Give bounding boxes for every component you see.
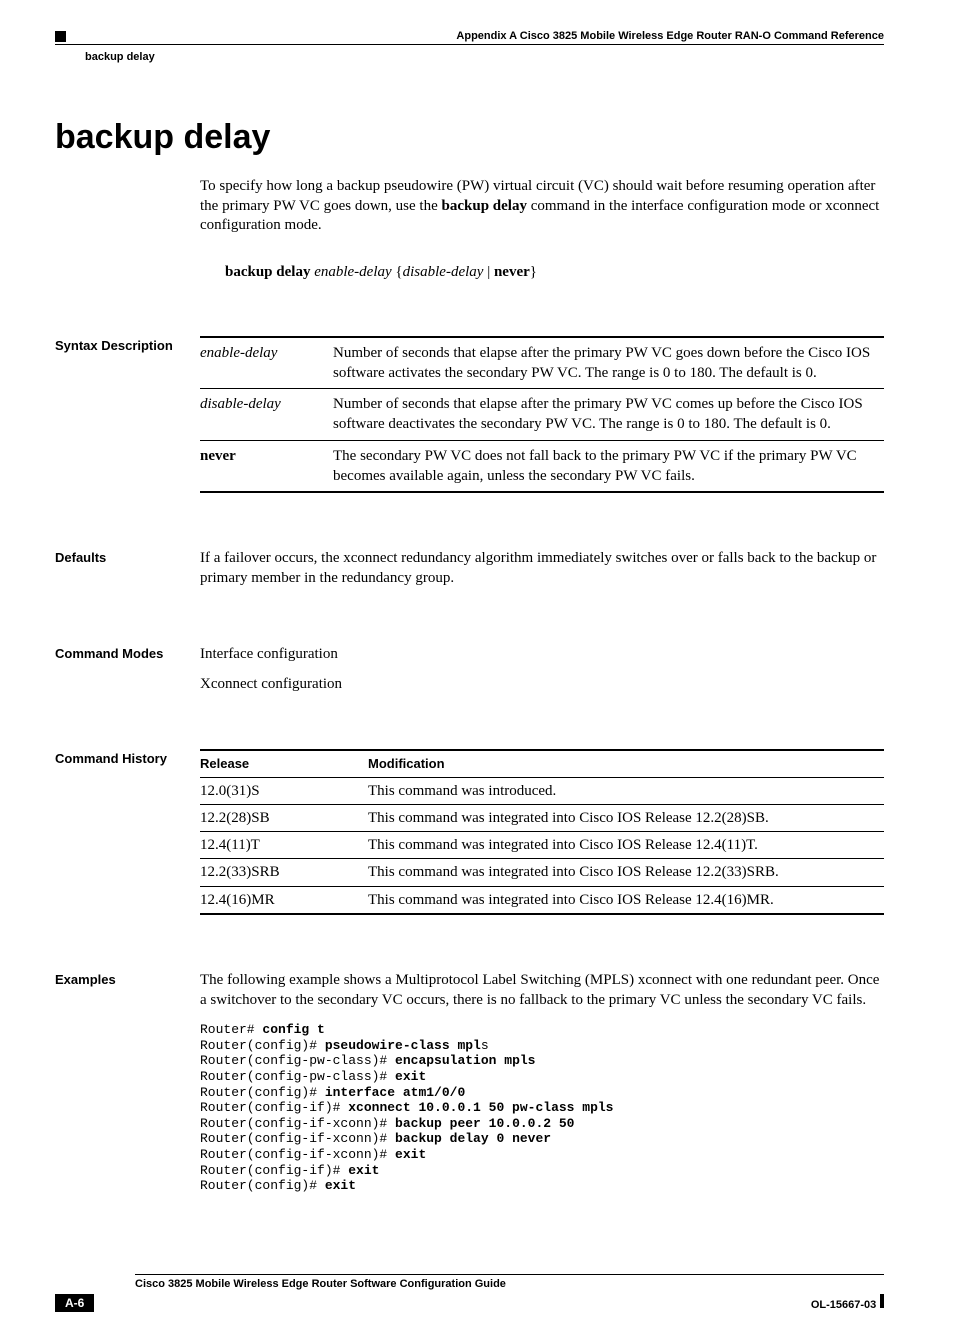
code-line: Router(config)# pseudowire-class mpls (200, 1038, 489, 1053)
history-release: 12.0(31)S (200, 777, 368, 804)
param-desc: The secondary PW VC does not fall back t… (333, 440, 884, 492)
param-name: enable-delay (200, 337, 333, 389)
footer-guide-title: Cisco 3825 Mobile Wireless Edge Router S… (135, 1278, 506, 1290)
code-line: Router(config)# interface atm1/0/0 (200, 1085, 465, 1100)
table-row: 12.2(28)SBThis command was integrated in… (200, 804, 884, 831)
param-name: disable-delay (200, 389, 333, 441)
table-row: 12.4(11)TThis command was integrated int… (200, 832, 884, 859)
examples-intro-text: The following example shows a Multiproto… (200, 970, 884, 1011)
mode-line-1: Interface configuration (200, 644, 884, 664)
code-line: Router(config-if-xconn)# backup delay 0 … (200, 1131, 551, 1146)
history-header-modification: Modification (368, 750, 884, 777)
table-row: enable-delay Number of seconds that elap… (200, 337, 884, 389)
code-line: Router(config-if)# exit (200, 1163, 379, 1178)
history-mod: This command was integrated into Cisco I… (368, 832, 884, 859)
code-line: Router(config)# exit (200, 1178, 356, 1193)
code-example-block: Router# config t Router(config)# pseudow… (200, 1022, 884, 1194)
history-mod: This command was integrated into Cisco I… (368, 886, 884, 914)
history-mod: This command was introduced. (368, 777, 884, 804)
table-row: never The secondary PW VC does not fall … (200, 440, 884, 492)
param-name: never (200, 440, 333, 492)
command-history-table: Release Modification 12.0(31)SThis comma… (200, 749, 884, 915)
page-title: backup delay (55, 118, 884, 157)
syntax-arg1: enable-delay (314, 264, 391, 280)
syntax-pipe: | (483, 264, 494, 280)
syntax-arg2: disable-delay (403, 264, 484, 280)
syntax-cmd: backup delay (225, 264, 310, 280)
header-breadcrumb: backup delay (85, 51, 884, 63)
section-syntax-description: Syntax Description enable-delay Number o… (55, 336, 884, 494)
section-command-modes: Command Modes Interface configuration Xc… (55, 644, 884, 695)
mode-line-2: Xconnect configuration (200, 674, 884, 694)
history-mod: This command was integrated into Cisco I… (368, 804, 884, 831)
syntax-description-table: enable-delay Number of seconds that elap… (200, 336, 884, 494)
defaults-text: If a failover occurs, the xconnect redun… (200, 548, 884, 589)
table-row: 12.0(31)SThis command was introduced. (200, 777, 884, 804)
table-row: 12.4(16)MRThis command was integrated in… (200, 886, 884, 914)
doc-id: OL-15667-03 (811, 1299, 876, 1311)
section-label-examples: Examples (55, 970, 200, 1194)
page-footer-bar: A-6 OL-15667-03 (55, 1294, 884, 1313)
code-line: Router(config-if-xconn)# exit (200, 1147, 426, 1162)
section-examples: Examples The following example shows a M… (55, 970, 884, 1194)
code-line: Router(config-if)# xconnect 10.0.0.1 50 … (200, 1100, 613, 1115)
section-label-defaults: Defaults (55, 548, 200, 589)
page-footer-line: Cisco 3825 Mobile Wireless Edge Router S… (135, 1274, 884, 1290)
page-header: Appendix A Cisco 3825 Mobile Wireless Ed… (55, 30, 884, 45)
history-header-release: Release (200, 750, 368, 777)
section-label-modes: Command Modes (55, 644, 200, 695)
section-defaults: Defaults If a failover occurs, the xconn… (55, 548, 884, 589)
history-release: 12.4(16)MR (200, 886, 368, 914)
syntax-brace-open: { (395, 264, 402, 280)
history-release: 12.2(28)SB (200, 804, 368, 831)
intro-paragraph: To specify how long a backup pseudowire … (200, 177, 884, 236)
footer-bar-end-icon (880, 1294, 884, 1308)
code-line: Router(config-pw-class)# encapsulation m… (200, 1053, 535, 1068)
history-mod: This command was integrated into Cisco I… (368, 859, 884, 886)
syntax-never: never (494, 264, 530, 280)
section-label-history: Command History (55, 749, 200, 915)
param-desc: Number of seconds that elapse after the … (333, 337, 884, 389)
header-square-icon (55, 31, 66, 42)
code-line: Router# config t (200, 1022, 325, 1037)
section-label-syntax: Syntax Description (55, 336, 200, 494)
code-line: Router(config-if-xconn)# backup peer 10.… (200, 1116, 574, 1131)
page-number: A-6 (55, 1294, 94, 1312)
history-release: 12.2(33)SRB (200, 859, 368, 886)
table-row: 12.2(33)SRBThis command was integrated i… (200, 859, 884, 886)
syntax-brace-close: } (530, 264, 537, 280)
history-release: 12.4(11)T (200, 832, 368, 859)
table-header-row: Release Modification (200, 750, 884, 777)
param-desc: Number of seconds that elapse after the … (333, 389, 884, 441)
header-appendix-text: Appendix A Cisco 3825 Mobile Wireless Ed… (456, 30, 884, 42)
intro-cmd-bold: backup delay (442, 198, 527, 214)
table-row: disable-delay Number of seconds that ela… (200, 389, 884, 441)
syntax-usage-line: backup delay enable-delay {disable-delay… (225, 264, 884, 281)
code-line: Router(config-pw-class)# exit (200, 1069, 426, 1084)
section-command-history: Command History Release Modification 12.… (55, 749, 884, 915)
